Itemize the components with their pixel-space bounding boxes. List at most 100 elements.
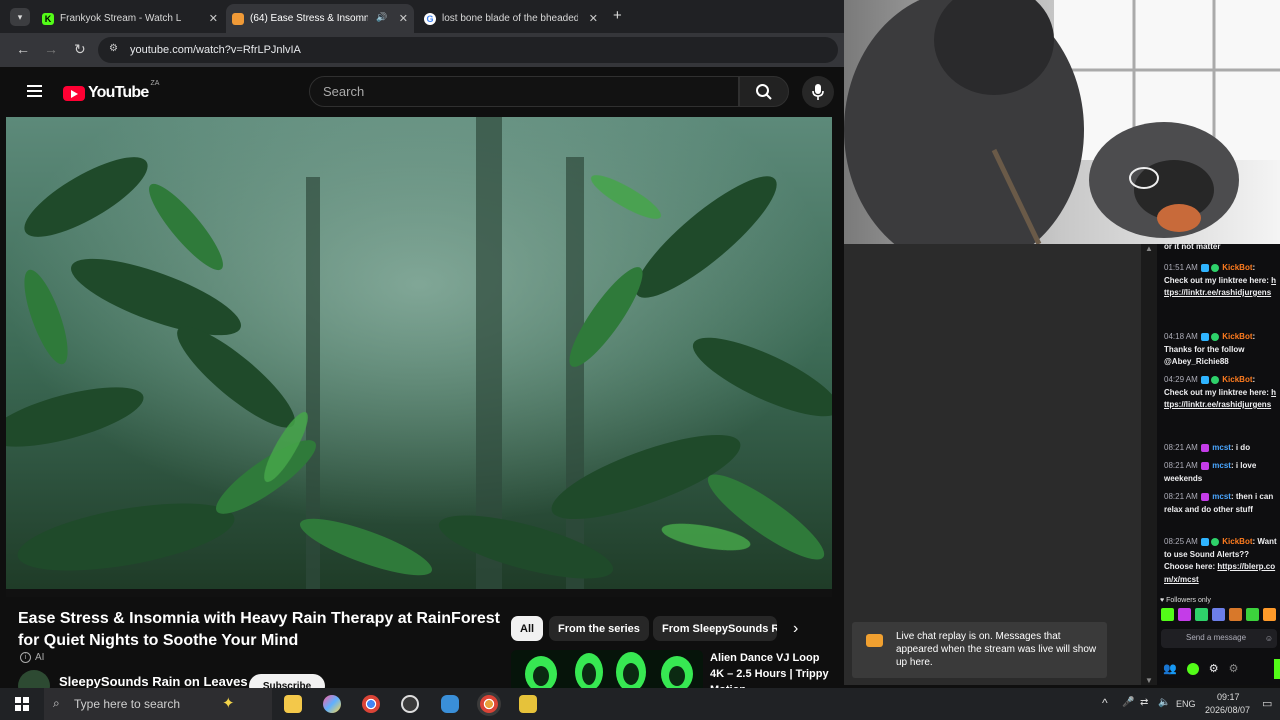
chip-from-channel[interactable]: From SleepySounds Ra: [653, 616, 777, 641]
notification-icon[interactable]: ▭: [1262, 697, 1272, 710]
chip-all[interactable]: All: [511, 616, 544, 641]
chat-scrollbar[interactable]: ▲ ▼: [1141, 244, 1157, 685]
alien-dance-thumbnail: [511, 650, 703, 690]
clock-time[interactable]: 09:17: [1217, 692, 1240, 702]
tab-search-button[interactable]: ▾: [10, 8, 30, 26]
bot-badge-icon: [1201, 263, 1210, 272]
close-tab-icon[interactable]: ✕: [209, 12, 218, 25]
photos-icon[interactable]: [323, 695, 341, 713]
video-player[interactable]: [6, 117, 832, 597]
stream-video-area: [844, 244, 1141, 685]
reload-icon[interactable]: ↻: [74, 41, 86, 58]
snipping-tool-icon[interactable]: [441, 695, 459, 713]
emote-row[interactable]: [1160, 608, 1278, 623]
address-bar[interactable]: ⚙ youtube.com/watch?v=RfrLPJnlvIA: [98, 37, 838, 63]
scroll-up-icon[interactable]: ▲: [1145, 244, 1153, 253]
chat-panel: or it not matter 01:51 AM KickBot: Check…: [1157, 244, 1280, 685]
user-badge-icon: [1201, 443, 1210, 452]
emote-icon[interactable]: [1263, 608, 1276, 621]
chat-username[interactable]: mcst: [1212, 461, 1231, 470]
menu-icon[interactable]: [27, 85, 42, 97]
taskbar-search-placeholder: Type here to search: [74, 697, 181, 711]
channel-name[interactable]: SleepySounds Rain on Leaves: [59, 674, 248, 689]
youtube-logo[interactable]: YouTube ZA: [63, 80, 159, 102]
emote-icon[interactable]: [1246, 608, 1259, 621]
chrome-icon[interactable]: [362, 695, 380, 713]
chat-username[interactable]: KickBot: [1222, 537, 1252, 546]
chat-username[interactable]: KickBot: [1222, 263, 1252, 272]
chip-from-series[interactable]: From the series: [549, 616, 649, 641]
close-tab-icon[interactable]: ✕: [589, 12, 598, 25]
followers-only-text: Followers only: [1166, 597, 1211, 604]
file-explorer-icon[interactable]: [284, 695, 302, 713]
close-tab-icon[interactable]: ✕: [399, 12, 408, 25]
chat-text: i do: [1235, 443, 1251, 452]
tab-kick-stream[interactable]: K Frankyok Stream - Watch Live o ✕: [36, 4, 224, 33]
users-icon[interactable]: 👥: [1163, 663, 1177, 676]
tab-title: Frankyok Stream - Watch Live o: [60, 13, 182, 24]
emote-icon[interactable]: [1195, 608, 1208, 621]
ai-badge: i AI: [20, 652, 44, 663]
tab-title: (64) Ease Stress & Insomnia: [250, 13, 368, 24]
forward-icon[interactable]: →: [44, 41, 58, 57]
search-icon: [756, 83, 772, 100]
user-badge-icon: [1201, 492, 1210, 501]
windows-start-icon[interactable]: [15, 697, 29, 711]
new-tab-button[interactable]: +: [613, 7, 622, 24]
chat-username[interactable]: KickBot: [1222, 375, 1252, 384]
network-icon[interactable]: ⇄: [1140, 697, 1148, 708]
webcam-overlay: [844, 0, 1280, 244]
youtube-play-icon: [63, 85, 85, 101]
search-input[interactable]: Search: [309, 76, 739, 107]
back-icon[interactable]: ←: [16, 41, 30, 57]
obs-icon[interactable]: [401, 695, 419, 713]
youtube-page: YouTube ZA Search Ease Stress & Insomnia…: [0, 67, 844, 702]
logo-text: YouTube: [88, 84, 149, 101]
scroll-down-icon[interactable]: ▼: [1145, 676, 1153, 685]
chat-send-button[interactable]: [1274, 659, 1280, 679]
chat-username[interactable]: mcst: [1212, 443, 1231, 452]
language-indicator[interactable]: ENG: [1176, 699, 1196, 709]
tab-youtube[interactable]: (64) Ease Stress & Insomnia 🔊 ✕: [226, 4, 414, 33]
windows-taskbar: ⌕ Type here to search ✦ ^ 🎤 ⇄ 🔈 ENG 09:1…: [0, 688, 1280, 720]
youtube-icon: [866, 634, 883, 647]
chat-username[interactable]: KickBot: [1222, 332, 1252, 341]
settings-icon[interactable]: ⚙: [1229, 663, 1239, 676]
clock-date[interactable]: 2026/08/07: [1205, 705, 1250, 715]
send-message-input[interactable]: Send a message ☺: [1161, 629, 1277, 648]
followers-only-label: ♥ Followers only: [1160, 595, 1211, 608]
chevron-up-icon[interactable]: ^: [1102, 696, 1108, 710]
chat-message: 01:51 AM KickBot: Check out my linktree …: [1164, 263, 1277, 297]
site-info-icon[interactable]: ⚙: [109, 43, 118, 54]
app-icon[interactable]: [519, 695, 537, 713]
emote-icon[interactable]: [1229, 608, 1242, 621]
send-placeholder: Send a message: [1186, 633, 1247, 643]
chat-text: Thanks for the follow @Abey_Richie88: [1164, 344, 1245, 367]
bot-badge-icon: [1201, 537, 1210, 546]
chat-message: 04:18 AM KickBot: Thanks for the follow …: [1164, 332, 1256, 367]
emote-icon[interactable]: [1212, 608, 1225, 621]
screen: ▾ K Frankyok Stream - Watch Live o ✕ (64…: [0, 0, 1280, 720]
tab-title: lost bone blade of the bheaded: [442, 13, 578, 24]
chrome-profile-icon[interactable]: [480, 695, 498, 713]
emote-icon[interactable]: [1161, 608, 1174, 621]
video-progress-bar[interactable]: [6, 589, 832, 597]
search-button[interactable]: [739, 76, 789, 107]
tab-google-search[interactable]: G lost bone blade of the bheaded ✕: [418, 4, 604, 33]
chevron-right-icon[interactable]: ›: [793, 620, 798, 638]
emoji-icon[interactable]: ☺: [1265, 633, 1273, 646]
gear-icon[interactable]: ⚙: [1209, 663, 1219, 676]
volume-icon[interactable]: 🔈: [1158, 697, 1170, 708]
chat-timestamp: 04:29 AM: [1164, 375, 1198, 384]
bot-badge-icon: [1201, 332, 1210, 341]
emote-icon[interactable]: [1178, 608, 1191, 621]
microphone-icon[interactable]: 🎤: [1122, 697, 1134, 708]
video-title: Ease Stress & Insomnia with Heavy Rain T…: [18, 610, 500, 649]
voice-search-button[interactable]: [802, 76, 834, 108]
kick-logo-icon[interactable]: [1186, 663, 1199, 675]
recommended-thumbnail[interactable]: [511, 650, 703, 690]
taskbar-search-input[interactable]: ⌕ Type here to search ✦: [44, 688, 272, 720]
chat-username[interactable]: mcst: [1212, 492, 1231, 501]
speaker-icon[interactable]: 🔊: [376, 12, 387, 23]
copilot-sparkle-icon[interactable]: ✦: [222, 694, 235, 712]
